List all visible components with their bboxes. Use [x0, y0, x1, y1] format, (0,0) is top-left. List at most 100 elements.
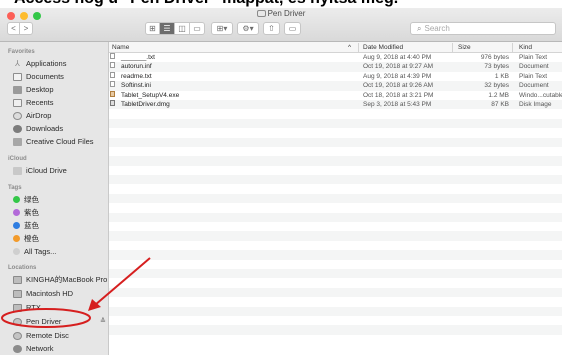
sidebar-item-label: Pen Driver [26, 317, 62, 326]
sidebar-item-label: Recents [26, 98, 54, 107]
column-date[interactable]: Date Modified [363, 44, 403, 51]
sidebar-item-applications[interactable]: ⅄ Applications [13, 58, 66, 69]
empty-row [109, 287, 562, 298]
sidebar-item-label: Remote Disc [26, 331, 69, 340]
file-name: TabletDriver.dmg [121, 100, 170, 108]
caption-text: Access nog u "Pen Driver" mappat, és nyi… [14, 0, 398, 8]
sidebar-item-tag-orange[interactable]: 橙色 [13, 233, 39, 244]
back-button[interactable]: < [7, 22, 20, 35]
file-row[interactable]: TabletDriver.dmg Sep 3, 2018 at 5:43 PM 87… [109, 99, 562, 110]
file-date: Oct 19, 2018 at 9:26 AM [363, 82, 434, 90]
hard-drive-icon [13, 289, 22, 298]
downloads-icon [13, 124, 22, 133]
recents-icon [13, 98, 22, 107]
sidebar-item-remote-disc[interactable]: Remote Disc [13, 330, 69, 341]
disc-icon [256, 10, 266, 17]
action-button[interactable]: ⚙▾ [237, 22, 259, 35]
sidebar-item-label: Documents [26, 72, 64, 81]
file-rows: _______.txt Aug 9, 2018 at 4:40 PM 976 byt… [109, 53, 562, 344]
column-divider [512, 43, 513, 52]
column-name[interactable]: Name [112, 44, 129, 51]
sidebar-item-icloud-drive[interactable]: iCloud Drive [13, 165, 67, 176]
file-row[interactable]: autorun.inf Oct 19, 2018 at 9:27 AM 73 byt… [109, 62, 562, 72]
search-placeholder: Search [424, 24, 450, 33]
file-row[interactable]: _______.txt Aug 9, 2018 at 4:40 PM 976 byt… [109, 53, 562, 62]
finder-window: Pen Driver < > ⊞ ☰ ◫ ▭ ⊞▾ ⚙▾ ⇧ ▭ ⌕ Searc… [0, 8, 562, 355]
sidebar-item-recents[interactable]: Recents [13, 97, 54, 108]
column-view-button[interactable]: ◫ [175, 22, 190, 35]
file-date: Sep 3, 2018 at 5:43 PM [363, 100, 432, 108]
network-icon [13, 344, 22, 353]
chevron-right-icon: > [23, 24, 29, 33]
laptop-icon [13, 275, 22, 284]
sidebar-item-macbook[interactable]: KINGHA的MacBook Pro [13, 274, 107, 285]
empty-row [109, 166, 562, 175]
sidebar-item-label: 紫色 [24, 208, 39, 217]
sidebar-item-desktop[interactable]: Desktop [13, 84, 54, 95]
view-mode-control: ⊞ ☰ ◫ ▭ [145, 22, 205, 35]
grid-icon: ⊞ [149, 24, 156, 33]
list-icon: ☰ [163, 24, 171, 33]
sidebar-item-network[interactable]: Network [13, 343, 54, 354]
sidebar-item-macintosh-hd[interactable]: Macintosh HD [13, 288, 73, 299]
columns-icon: ◫ [178, 24, 186, 33]
share-icon: ⇧ [268, 24, 275, 33]
empty-row [109, 137, 562, 147]
forward-button[interactable]: > [20, 22, 33, 35]
file-kind: Document [519, 82, 549, 90]
sidebar-item-label: Downloads [26, 124, 64, 133]
share-button[interactable]: ⇧ [263, 22, 280, 35]
column-kind[interactable]: Kind [519, 44, 532, 51]
column-divider [358, 43, 359, 52]
file-name: autorun.inf [121, 63, 152, 71]
file-size: 87 KB [491, 100, 509, 108]
sidebar-item-label: KINGHA的MacBook Pro [26, 275, 108, 284]
sidebar-item-tag-green[interactable]: 绿色 [13, 194, 39, 205]
sidebar-item-label: 蓝色 [24, 221, 39, 230]
sidebar-item-airdrop[interactable]: AirDrop [13, 110, 51, 121]
empty-row [109, 250, 562, 260]
sidebar-item-label: All Tags... [24, 247, 57, 256]
file-row[interactable]: Softinst.ini Oct 19, 2018 at 9:26 AM 32 by… [109, 81, 562, 91]
file-size: 1 KB [494, 72, 509, 80]
empty-row [109, 335, 562, 344]
empty-row [109, 222, 562, 231]
search-input[interactable]: ⌕ Search [410, 22, 556, 35]
sidebar-item-label: Macintosh HD [26, 289, 74, 298]
disk-image-icon [110, 99, 115, 106]
sidebar-item-documents[interactable]: Documents [13, 71, 64, 82]
sidebar-item-tag-purple[interactable]: 紫色 [13, 207, 39, 218]
column-size[interactable]: Size [458, 44, 471, 51]
empty-row [109, 193, 562, 204]
file-row[interactable]: Tablet_SetupV4.exe Oct 18, 2018 at 3:21 P… [109, 90, 562, 100]
icon-view-button[interactable]: ⊞ [145, 22, 160, 35]
text-file-icon [110, 62, 115, 69]
group-by-button[interactable]: ⊞▾ [211, 22, 233, 35]
sidebar-item-rtx[interactable]: RTX [13, 302, 41, 313]
sidebar-item-downloads[interactable]: Downloads [13, 123, 63, 134]
file-size: 73 bytes [484, 63, 509, 71]
orange-tag-icon [13, 235, 20, 242]
text-file-icon [110, 81, 115, 88]
sidebar-item-creative-cloud[interactable]: Creative Cloud Files [13, 136, 94, 147]
applications-icon: ⅄ [15, 58, 20, 68]
file-name: readme.txt [121, 72, 152, 80]
empty-row [109, 241, 562, 250]
blue-tag-icon [13, 222, 20, 229]
file-row[interactable]: readme.txt Aug 9, 2018 at 4:39 PM 1 KB Plai… [109, 71, 562, 81]
list-view-button[interactable]: ☰ [160, 22, 175, 35]
sidebar-item-pen-driver[interactable]: Pen Driver [13, 316, 61, 327]
disc-icon [13, 331, 22, 340]
file-size: 32 bytes [484, 82, 509, 90]
tag-button[interactable]: ▭ [284, 22, 301, 35]
gallery-icon: ▭ [193, 24, 201, 33]
empty-row [109, 278, 562, 287]
sidebar-section-tags: Tags [8, 185, 22, 191]
file-list: Name ^ Date Modified Size Kind _______.t… [109, 42, 562, 355]
gear-icon: ⚙▾ [242, 24, 254, 33]
column-header: Name ^ Date Modified Size Kind [109, 42, 562, 53]
gallery-view-button[interactable]: ▭ [190, 22, 205, 35]
sidebar-item-all-tags[interactable]: All Tags... [13, 246, 56, 257]
sidebar-item-tag-blue[interactable]: 蓝色 [13, 220, 39, 231]
eject-icon[interactable]: ≙ [100, 317, 106, 325]
